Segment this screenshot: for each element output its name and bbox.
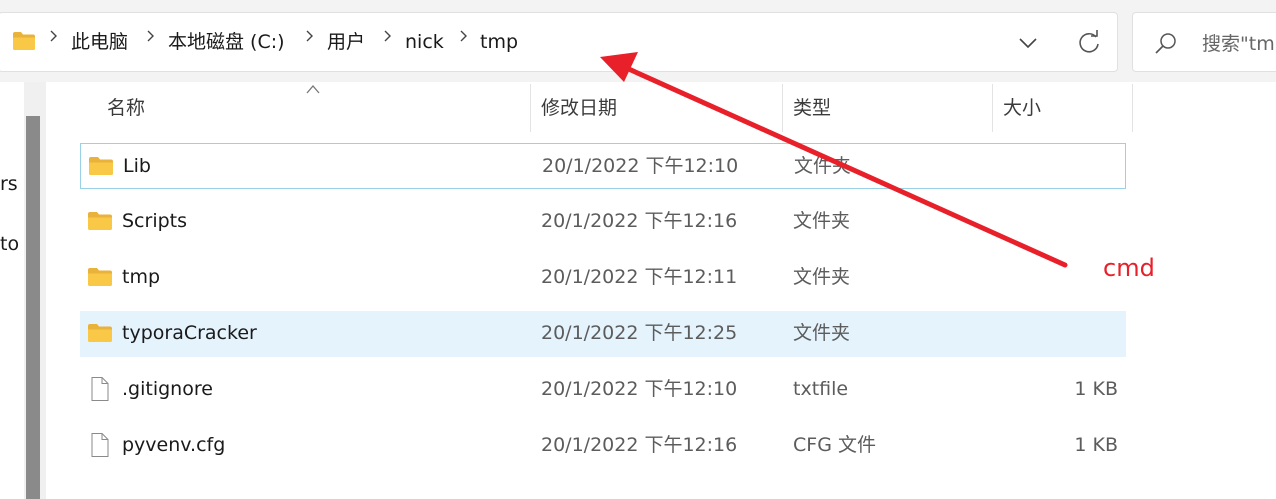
folder-icon [88, 324, 112, 342]
file-name: pyvenv.cfg [122, 434, 226, 456]
breadcrumb-tmp[interactable]: tmp [480, 28, 518, 56]
file-date: 20/1/2022 下午12:10 [542, 155, 739, 177]
file-name: typoraCracker [122, 322, 257, 344]
breadcrumb-nick[interactable]: nick [405, 28, 444, 56]
chevron-right-icon[interactable] [143, 29, 157, 43]
chevron-right-icon[interactable] [302, 29, 316, 43]
file-name: Scripts [122, 210, 188, 232]
file-row[interactable]: Lib 20/1/2022 下午12:10 文件夹 [80, 143, 1126, 189]
file-date: 20/1/2022 下午12:16 [541, 434, 738, 456]
chevron-right-icon[interactable] [456, 29, 470, 43]
file-type: txtfile [793, 378, 849, 400]
file-name: Lib [123, 155, 151, 177]
folder-icon [13, 32, 35, 50]
file-type: 文件夹 [794, 155, 852, 177]
file-date: 20/1/2022 下午12:11 [541, 266, 738, 288]
column-divider[interactable] [1132, 84, 1133, 132]
file-type: 文件夹 [793, 210, 851, 232]
file-row[interactable]: pyvenv.cfg 20/1/2022 下午12:16 CFG 文件 1 KB [80, 423, 1126, 469]
column-header-name[interactable]: 名称 [107, 94, 145, 122]
file-size: 1 KB [1074, 378, 1118, 400]
column-divider[interactable] [530, 84, 531, 132]
address-history-dropdown-icon[interactable] [1014, 30, 1042, 56]
search-icon[interactable] [1152, 30, 1180, 58]
file-row[interactable]: .gitignore 20/1/2022 下午12:10 txtfile 1 K… [80, 367, 1126, 413]
file-icon [91, 377, 109, 401]
file-row[interactable]: tmp 20/1/2022 下午12:11 文件夹 [80, 255, 1126, 301]
file-type: 文件夹 [793, 322, 851, 344]
file-name: tmp [122, 266, 161, 288]
annotation-label: cmd [1103, 254, 1155, 282]
nav-scrollbar-thumb[interactable] [26, 116, 40, 499]
column-header-date-modified[interactable]: 修改日期 [541, 94, 617, 122]
file-row[interactable]: typoraCracker 20/1/2022 下午12:25 文件夹 [80, 311, 1126, 357]
column-header-size[interactable]: 大小 [1003, 94, 1041, 122]
file-name: .gitignore [122, 378, 213, 400]
breadcrumb-local-disk[interactable]: 本地磁盘 (C:) [168, 28, 285, 56]
file-date: 20/1/2022 下午12:16 [541, 210, 738, 232]
file-icon [91, 433, 109, 457]
breadcrumb-users[interactable]: 用户 [327, 28, 365, 56]
column-divider[interactable] [992, 84, 993, 132]
folder-icon [88, 212, 112, 230]
search-input[interactable]: 搜索"tmp" [1202, 30, 1276, 58]
file-date: 20/1/2022 下午12:25 [541, 322, 738, 344]
nav-item-partial[interactable]: rs [0, 172, 18, 196]
folder-icon [89, 157, 113, 175]
folder-icon [88, 268, 112, 286]
file-type: CFG 文件 [793, 434, 876, 456]
column-divider[interactable] [782, 84, 783, 132]
column-header-type[interactable]: 类型 [793, 94, 831, 122]
breadcrumb-this-pc[interactable]: 此电脑 [71, 28, 128, 56]
file-size: 1 KB [1074, 434, 1118, 456]
chevron-right-icon[interactable] [46, 29, 60, 43]
nav-item-partial[interactable]: to [0, 232, 19, 256]
chevron-right-icon[interactable] [380, 29, 394, 43]
file-row[interactable]: Scripts 20/1/2022 下午12:16 文件夹 [80, 199, 1126, 245]
file-date: 20/1/2022 下午12:10 [541, 378, 738, 400]
refresh-icon[interactable] [1074, 27, 1104, 57]
sort-ascending-icon [306, 85, 320, 94]
file-type: 文件夹 [793, 266, 851, 288]
